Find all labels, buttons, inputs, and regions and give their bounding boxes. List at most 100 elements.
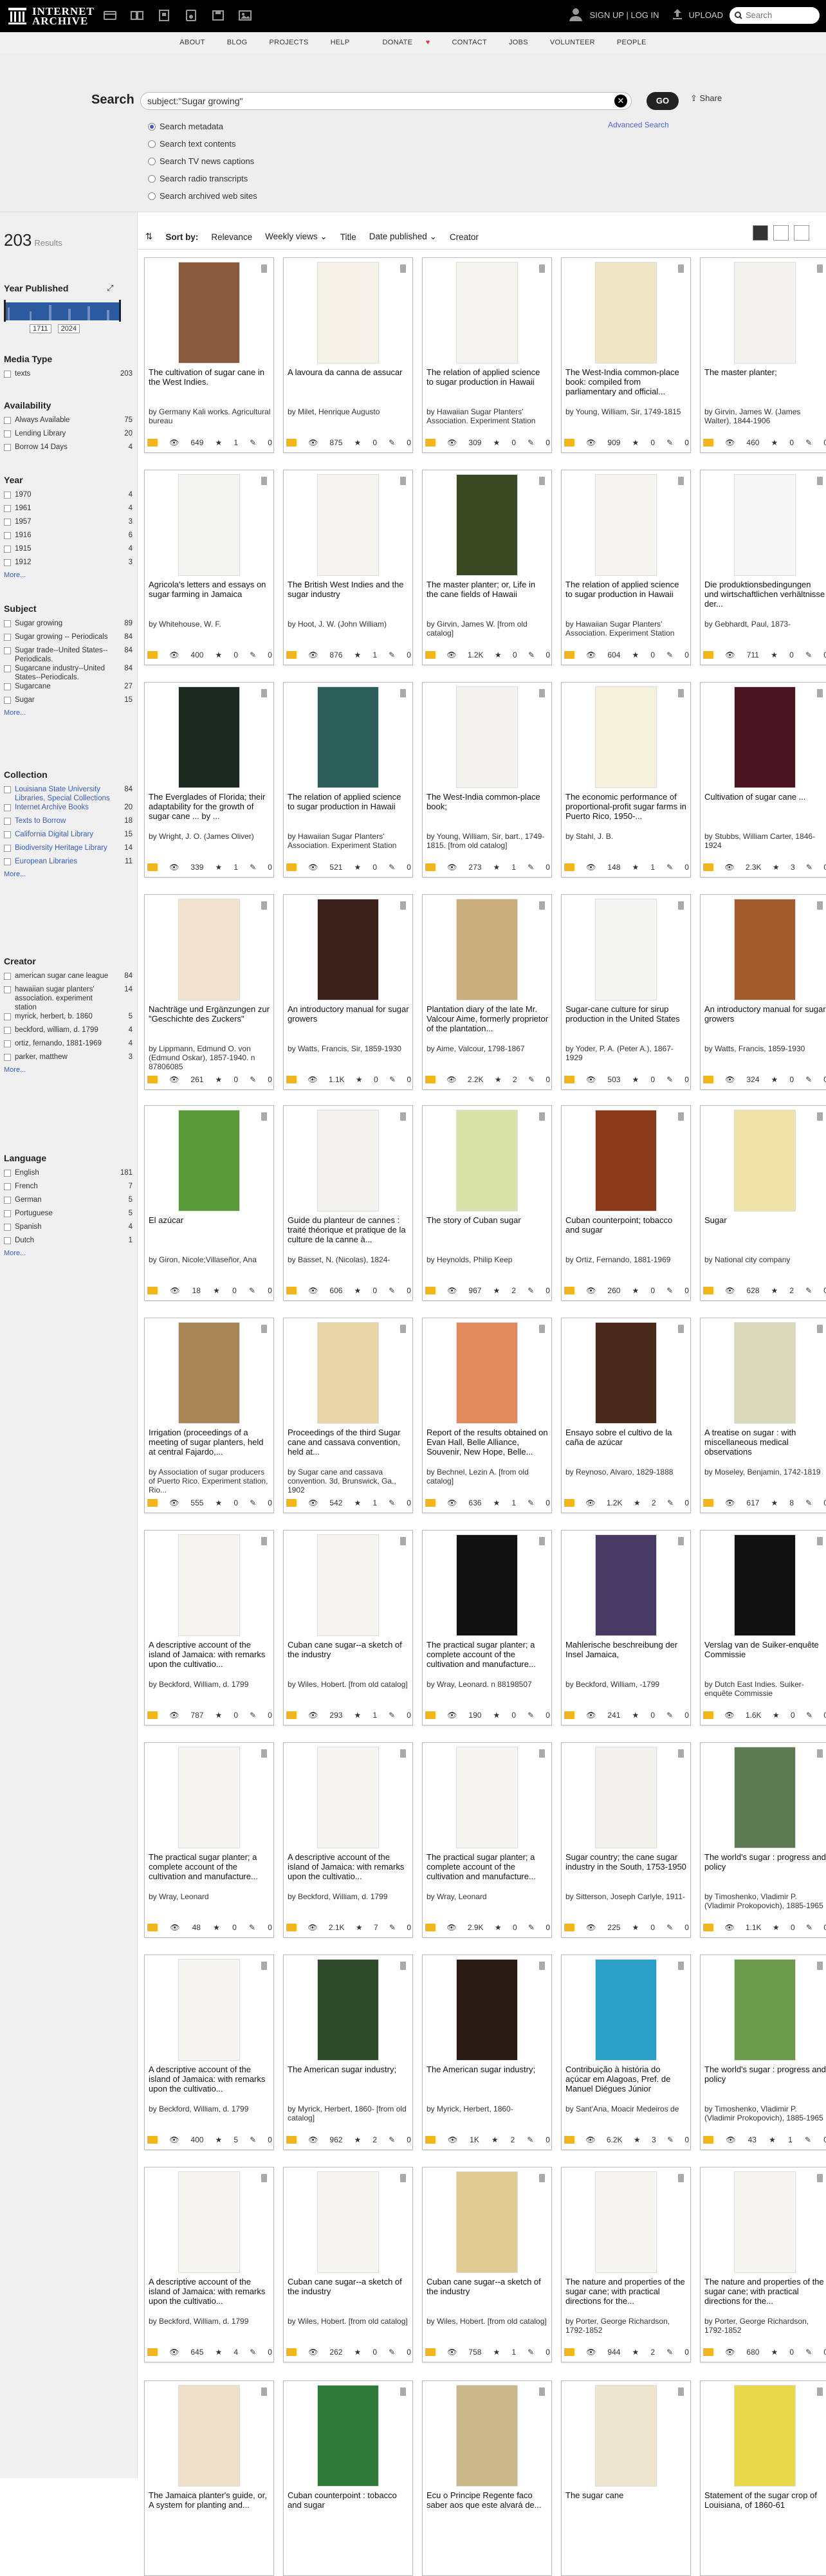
book-cover[interactable] bbox=[734, 1534, 796, 1636]
book-cover[interactable] bbox=[595, 1110, 657, 1211]
bookmark-icon[interactable] bbox=[400, 1325, 406, 1333]
result-tile[interactable]: An introductory manual for sugar growers… bbox=[283, 894, 413, 1090]
book-cover[interactable] bbox=[595, 1747, 657, 1848]
bookmark-icon[interactable] bbox=[817, 1325, 823, 1333]
item-title[interactable]: The nature and properties of the sugar c… bbox=[704, 2277, 826, 2306]
book-cover[interactable] bbox=[595, 474, 657, 576]
bookmark-icon[interactable] bbox=[817, 264, 823, 273]
bookmark-icon[interactable] bbox=[817, 2387, 823, 2396]
book-cover[interactable] bbox=[734, 1322, 796, 1424]
search-option-metadata[interactable]: Search metadata bbox=[148, 118, 257, 135]
result-tile[interactable]: Irrigation (proceedings of a meeting of … bbox=[144, 1318, 274, 1513]
facet-checkbox[interactable] bbox=[4, 1224, 11, 1231]
facet-row[interactable]: Always Available 75 bbox=[4, 416, 133, 429]
item-title[interactable]: The British West Indies and the sugar in… bbox=[288, 580, 410, 599]
year-max-input[interactable]: 2024 bbox=[57, 324, 80, 333]
bookmark-icon[interactable] bbox=[678, 689, 684, 697]
facet-checkbox[interactable] bbox=[4, 546, 11, 553]
result-tile[interactable]: The world's sugar : progress and policy b… bbox=[700, 1955, 826, 2150]
result-tile[interactable]: The practical sugar planter; a complete … bbox=[422, 1530, 552, 1725]
more-link[interactable]: More... bbox=[4, 709, 133, 717]
book-cover[interactable] bbox=[456, 1959, 518, 2061]
bookmark-icon[interactable] bbox=[400, 1962, 406, 1970]
result-tile[interactable]: A lavoura da canna de assucar by Milet, H… bbox=[283, 257, 413, 453]
book-cover[interactable] bbox=[317, 1534, 379, 1636]
item-title[interactable]: The American sugar industry; bbox=[427, 2065, 549, 2074]
bookmark-icon[interactable] bbox=[539, 1537, 545, 1545]
facet-row[interactable]: 1915 4 bbox=[4, 544, 133, 558]
facet-row[interactable]: Sugar growing -- Periodicals 84 bbox=[4, 632, 133, 646]
more-link[interactable]: More... bbox=[4, 870, 133, 878]
result-tile[interactable]: El azúcar by Giron, Nicole;Villaseñor, An… bbox=[144, 1105, 274, 1301]
book-cover[interactable] bbox=[456, 1747, 518, 1848]
bookmark-icon[interactable] bbox=[678, 2387, 684, 2396]
book-cover[interactable] bbox=[317, 1322, 379, 1424]
item-title[interactable]: Statement of the sugar crop of Louisiana… bbox=[704, 2490, 826, 2510]
facet-checkbox[interactable] bbox=[4, 634, 11, 641]
result-tile[interactable]: Mahlerische beschreibung der Insel Jamai… bbox=[561, 1530, 691, 1725]
item-title[interactable]: A descriptive account of the island of J… bbox=[288, 1852, 410, 1881]
result-tile[interactable]: An introductory manual for sugar growers… bbox=[700, 894, 826, 1090]
search-option-radio[interactable]: Search radio transcripts bbox=[148, 170, 257, 187]
nav-blog[interactable]: BLOG bbox=[216, 39, 259, 46]
item-title[interactable]: A descriptive account of the island of J… bbox=[149, 1640, 271, 1669]
item-title[interactable]: An introductory manual for sugar growers bbox=[288, 1004, 410, 1024]
book-cover[interactable] bbox=[456, 1322, 518, 1424]
share-button[interactable]: ⇪ Share bbox=[690, 93, 722, 104]
list-view-icon[interactable] bbox=[773, 225, 789, 241]
bookmark-icon[interactable] bbox=[817, 1112, 823, 1121]
result-tile[interactable]: Contribuição à história do açúcar em Ala… bbox=[561, 1955, 691, 2150]
item-title[interactable]: The world's sugar : progress and policy bbox=[704, 2065, 826, 2084]
bookmark-icon[interactable] bbox=[261, 1962, 267, 1970]
facet-checkbox[interactable] bbox=[4, 505, 11, 512]
result-tile[interactable]: Statement of the sugar crop of Louisiana… bbox=[700, 2380, 826, 2576]
book-cover[interactable] bbox=[317, 899, 379, 1000]
bookmark-icon[interactable] bbox=[539, 2174, 545, 2182]
facet-row[interactable]: Biodiversity Heritage Library 14 bbox=[4, 843, 133, 857]
result-tile[interactable]: Cuban cane sugar--a sketch of the indust… bbox=[422, 2167, 552, 2362]
item-title[interactable]: The practical sugar planter; a complete … bbox=[427, 1640, 549, 1669]
facet-checkbox[interactable] bbox=[4, 492, 11, 499]
result-tile[interactable]: The nature and properties of the sugar c… bbox=[700, 2167, 826, 2362]
facet-checkbox[interactable] bbox=[4, 831, 11, 838]
bookmark-icon[interactable] bbox=[817, 689, 823, 697]
facet-row[interactable]: French 7 bbox=[4, 1182, 133, 1195]
result-tile[interactable]: Report of the results obtained on Evan H… bbox=[422, 1318, 552, 1513]
result-tile[interactable]: A descriptive account of the island of J… bbox=[283, 1742, 413, 1938]
bookmark-icon[interactable] bbox=[261, 2387, 267, 2396]
result-tile[interactable]: The American sugar industry; by Myrick, H… bbox=[283, 1955, 413, 2150]
video-media-icon[interactable] bbox=[157, 8, 172, 23]
facet-checkbox[interactable] bbox=[4, 683, 11, 690]
facet-row[interactable]: Louisiana State University Libraries, Sp… bbox=[4, 785, 133, 803]
book-cover[interactable] bbox=[595, 1534, 657, 1636]
book-cover[interactable] bbox=[595, 2385, 657, 2487]
book-cover[interactable] bbox=[178, 474, 240, 576]
facet-row[interactable]: myrick, herbert, b. 1860 5 bbox=[4, 1012, 133, 1026]
facet-checkbox[interactable] bbox=[4, 417, 11, 424]
bookmark-icon[interactable] bbox=[261, 2174, 267, 2182]
book-cover[interactable] bbox=[734, 2171, 796, 2273]
result-tile[interactable]: Plantation diary of the late Mr. Valcour… bbox=[422, 894, 552, 1090]
bookmark-icon[interactable] bbox=[261, 901, 267, 910]
nav-contact[interactable]: CONTACT bbox=[441, 39, 498, 46]
item-title[interactable]: Sugar country; the cane sugar industry i… bbox=[565, 1852, 688, 1872]
nav-help[interactable]: HELP bbox=[320, 39, 361, 46]
web-media-icon[interactable] bbox=[103, 8, 118, 23]
bookmark-icon[interactable] bbox=[678, 1749, 684, 1758]
item-title[interactable]: A descriptive account of the island of J… bbox=[149, 2277, 271, 2306]
upload-icon[interactable] bbox=[672, 8, 683, 22]
facet-checkbox[interactable] bbox=[4, 1237, 11, 1244]
book-cover[interactable] bbox=[178, 1110, 240, 1211]
item-title[interactable]: Cultivation of sugar cane ... bbox=[704, 792, 826, 802]
book-cover[interactable] bbox=[178, 262, 240, 363]
facet-row[interactable]: Sugar 15 bbox=[4, 695, 133, 709]
book-cover[interactable] bbox=[734, 2385, 796, 2487]
radio[interactable] bbox=[148, 157, 156, 165]
item-title[interactable]: The relation of applied science to sugar… bbox=[565, 580, 688, 599]
item-title[interactable]: Mahlerische beschreibung der Insel Jamai… bbox=[565, 1640, 688, 1659]
book-cover[interactable] bbox=[317, 1110, 379, 1211]
result-tile[interactable]: A descriptive account of the island of J… bbox=[144, 1955, 274, 2150]
result-tile[interactable]: The West-India common-place book; by Youn… bbox=[422, 682, 552, 878]
bookmark-icon[interactable] bbox=[400, 2174, 406, 2182]
nav-projects[interactable]: PROJECTS bbox=[258, 39, 319, 46]
